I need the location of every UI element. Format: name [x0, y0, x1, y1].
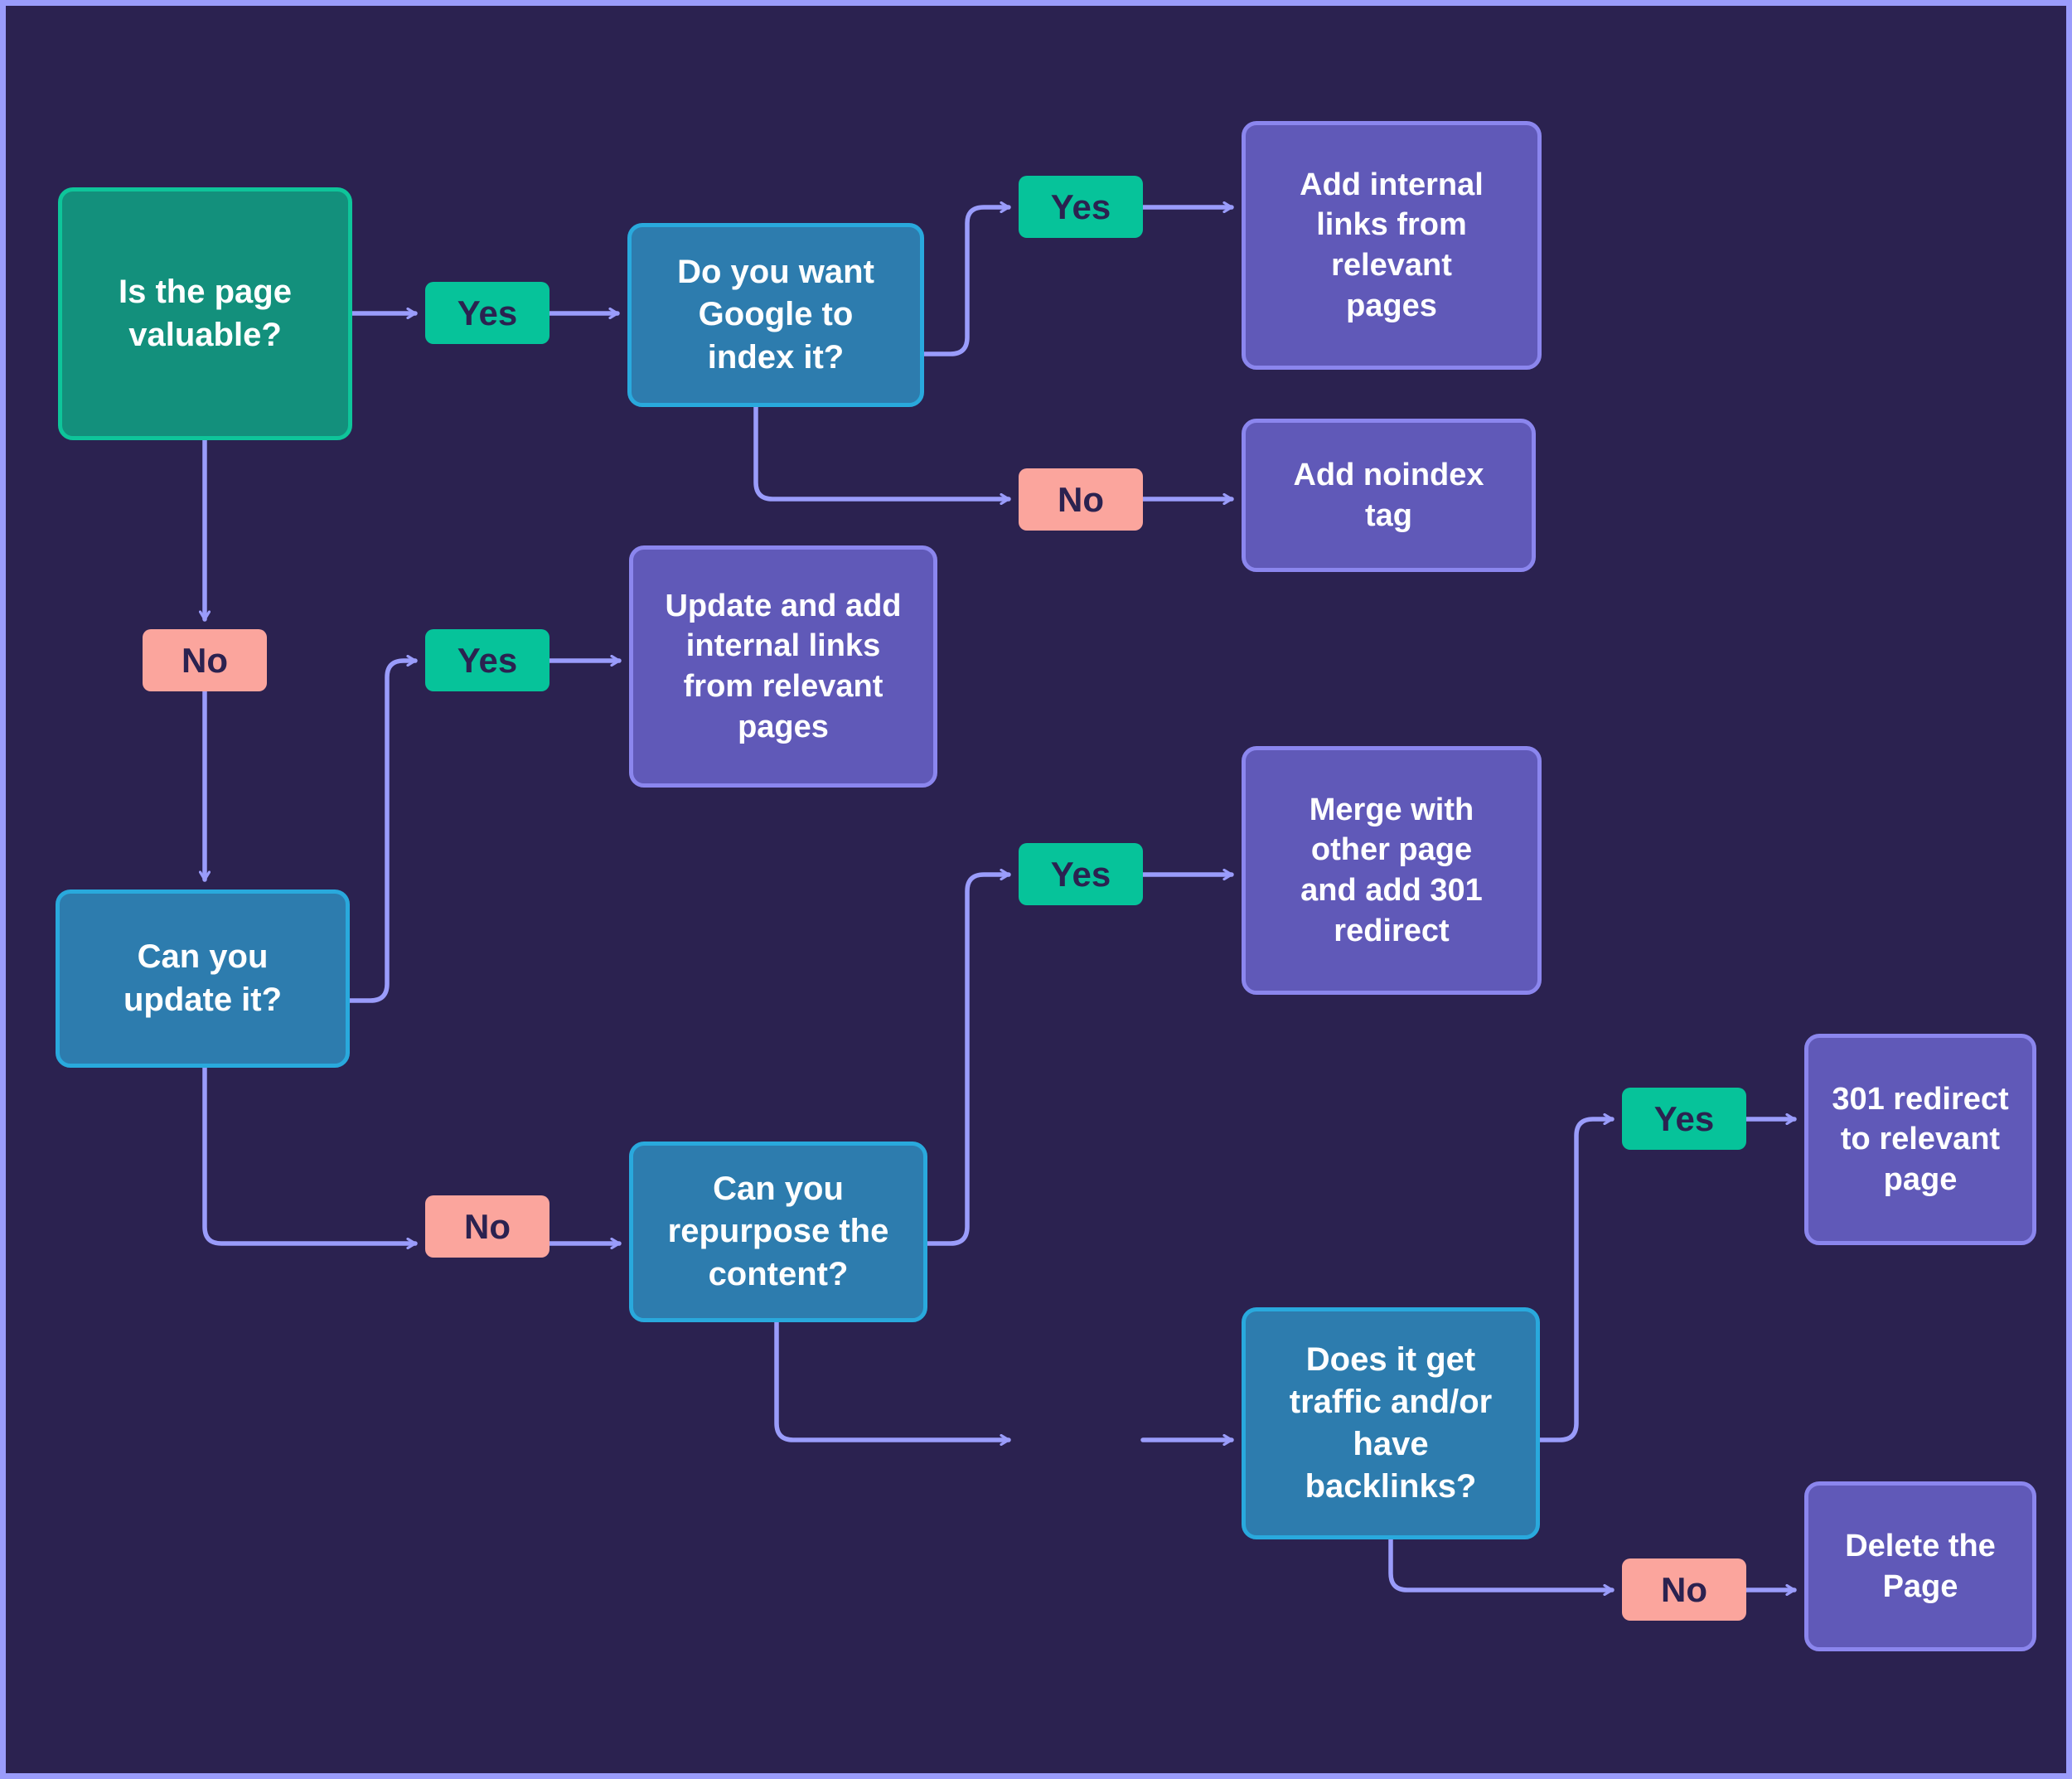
edge-repurpose-yes	[925, 875, 1011, 1246]
edge-traffic-yes	[1537, 1119, 1615, 1442]
edge-index-no	[753, 405, 1011, 499]
flowchart-canvas: Is the page valuable? Do you want Google …	[0, 0, 2072, 1779]
flow-node-n10[interactable]: Does it get traffic and/or have backlink…	[1242, 1307, 1540, 1539]
flow-node-n7[interactable]: Merge with other page and add 301 redire…	[1242, 746, 1542, 995]
edge-label-yes-l1[interactable]: Yes	[425, 282, 549, 344]
edge-label-no-l9[interactable]: No	[1622, 1558, 1746, 1621]
edge-label-no-l4[interactable]: No	[143, 629, 267, 691]
edge-label-no-l3[interactable]: No	[1019, 468, 1143, 531]
flow-node-n3[interactable]: Add internal links from relevant pages	[1242, 121, 1542, 370]
edge-update-yes	[347, 661, 418, 1003]
flow-node-n11[interactable]: Delete the Page	[1804, 1481, 2036, 1651]
edge-update-no	[202, 1065, 418, 1243]
flow-node-n1[interactable]: Is the page valuable?	[58, 187, 352, 440]
edge-label-yes-l8[interactable]: Yes	[1622, 1088, 1746, 1150]
edge-repurpose-no	[774, 1320, 1011, 1440]
edge-label-yes-l2[interactable]: Yes	[1019, 176, 1143, 238]
flow-node-n2[interactable]: Do you want Google to index it?	[627, 223, 924, 407]
flow-node-n9[interactable]: 301 redirect to relevant page	[1804, 1034, 2036, 1245]
flow-node-n6[interactable]: Can you update it?	[56, 890, 350, 1068]
edge-label-yes-l5[interactable]: Yes	[425, 629, 549, 691]
flow-node-n4[interactable]: Add noindex tag	[1242, 419, 1536, 572]
edge-index-yes	[922, 207, 1011, 356]
flow-node-n5[interactable]: Update and add internal links from relev…	[629, 545, 937, 788]
edge-label-no-l7[interactable]: No	[425, 1195, 549, 1258]
flow-node-n8[interactable]: Can you repurpose the content?	[629, 1142, 927, 1322]
edge-label-yes-l6[interactable]: Yes	[1019, 843, 1143, 905]
edge-traffic-no	[1388, 1537, 1615, 1590]
